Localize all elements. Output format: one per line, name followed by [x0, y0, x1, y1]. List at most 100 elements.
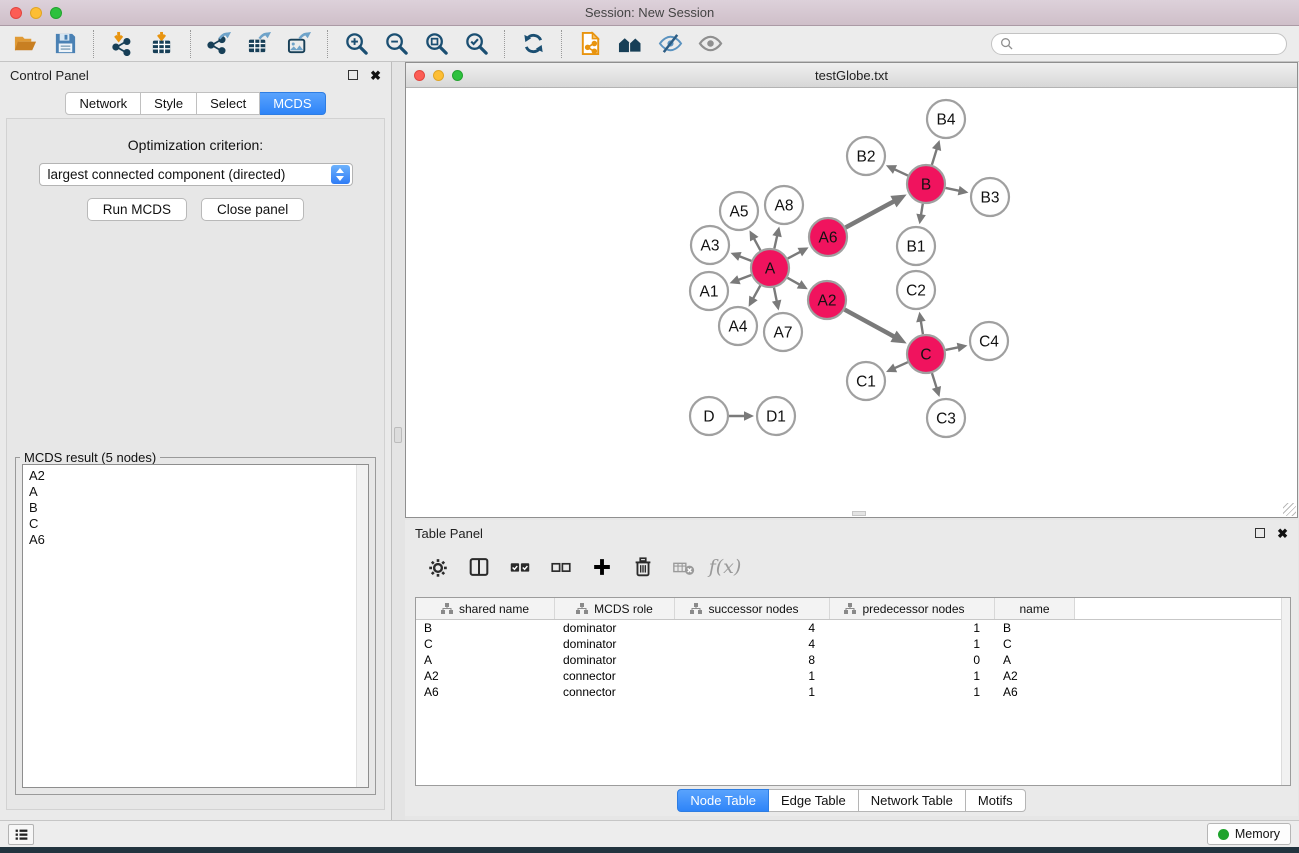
column-header-successor-nodes[interactable]: successor nodes	[675, 598, 830, 619]
export-image-button[interactable]	[282, 29, 316, 59]
graph-edge-B-B3[interactable]	[946, 188, 961, 191]
cell-name[interactable]: C	[995, 637, 1075, 651]
tab-select[interactable]: Select	[197, 92, 260, 115]
zoom-in-button[interactable]	[339, 29, 373, 59]
close-panel-icon[interactable]: ✖	[370, 69, 381, 82]
list-item[interactable]: A	[29, 484, 362, 500]
network-canvas[interactable]: B4B2BB3A8A5A6A3B1AC2A1A2A4A7C4CC1C3DD1	[406, 88, 1297, 517]
zoom-out-button[interactable]	[379, 29, 413, 59]
refresh-layout-button[interactable]	[516, 29, 550, 59]
mcds-result-list[interactable]: A2 A B C A6	[22, 464, 369, 788]
graph-edge-A-A7[interactable]	[774, 288, 777, 303]
cell-shared-name[interactable]: A6	[416, 685, 555, 699]
hide-eye-button[interactable]	[653, 29, 687, 59]
cell-shared-name[interactable]: B	[416, 621, 555, 635]
import-table-button[interactable]	[145, 29, 179, 59]
graph-edge-A-A2[interactable]	[787, 278, 800, 286]
tab-mcds[interactable]: MCDS	[260, 92, 325, 115]
cell-successor-nodes[interactable]: 1	[675, 669, 830, 683]
table-row[interactable]: A6 connector 1 1 A6	[416, 684, 1290, 700]
run-mcds-button[interactable]: Run MCDS	[87, 198, 187, 221]
graph-edge-A-A1[interactable]	[737, 275, 751, 280]
divider-grip-icon[interactable]	[394, 427, 402, 443]
cell-name[interactable]: A	[995, 653, 1075, 667]
graph-edge-A-A6[interactable]	[788, 251, 802, 258]
close-panel-button[interactable]: Close panel	[201, 198, 304, 221]
cell-successor-nodes[interactable]: 8	[675, 653, 830, 667]
create-column-button[interactable]	[589, 554, 615, 580]
search-input[interactable]	[1018, 37, 1278, 51]
graph-edge-A-A5[interactable]	[753, 237, 760, 250]
list-item[interactable]: A2	[29, 468, 362, 484]
tab-network-table[interactable]: Network Table	[859, 789, 966, 812]
table-row[interactable]: A2 connector 1 1 A2	[416, 668, 1290, 684]
table-settings-button[interactable]	[425, 554, 451, 580]
houses-button[interactable]	[613, 29, 647, 59]
export-network-button[interactable]	[202, 29, 236, 59]
import-network-button[interactable]	[105, 29, 139, 59]
network-file-button[interactable]	[573, 29, 607, 59]
save-session-button[interactable]	[48, 29, 82, 59]
list-scrollbar[interactable]	[356, 465, 368, 787]
graph-edge-A2-C[interactable]	[845, 310, 896, 338]
graph-edge-C-C2[interactable]	[921, 320, 923, 335]
cell-successor-nodes[interactable]: 4	[675, 637, 830, 651]
list-item[interactable]: C	[29, 516, 362, 532]
cell-mcds-role[interactable]: dominator	[555, 621, 675, 635]
open-session-button[interactable]	[8, 29, 42, 59]
float-panel-icon[interactable]	[348, 70, 358, 80]
cell-predecessor-nodes[interactable]: 0	[830, 653, 995, 667]
zoom-selected-button[interactable]	[459, 29, 493, 59]
cell-name[interactable]: A2	[995, 669, 1075, 683]
show-column-panel-button[interactable]	[466, 554, 492, 580]
cell-mcds-role[interactable]: connector	[555, 669, 675, 683]
cell-shared-name[interactable]: A	[416, 653, 555, 667]
graph-edge-B-B2[interactable]	[893, 169, 908, 176]
panel-divider[interactable]	[392, 62, 405, 820]
close-table-panel-icon[interactable]: ✖	[1277, 527, 1288, 540]
cell-mcds-role[interactable]: dominator	[555, 653, 675, 667]
graph-edge-C-C1[interactable]	[893, 362, 907, 368]
tab-motifs[interactable]: Motifs	[966, 789, 1026, 812]
graph-edge-A-A3[interactable]	[738, 256, 751, 261]
graph-edge-C-C4[interactable]	[946, 347, 960, 350]
search-box[interactable]	[991, 33, 1287, 55]
tab-node-table[interactable]: Node Table	[677, 789, 769, 812]
column-header-shared-name[interactable]: shared name	[416, 598, 555, 619]
select-all-columns-button[interactable]	[507, 554, 533, 580]
cell-shared-name[interactable]: A2	[416, 669, 555, 683]
cell-mcds-role[interactable]: connector	[555, 685, 675, 699]
table-row[interactable]: C dominator 4 1 C	[416, 636, 1290, 652]
graph-edge-B-B4[interactable]	[932, 148, 937, 165]
zoom-fit-button[interactable]	[419, 29, 453, 59]
graph-edge-A6-B[interactable]	[846, 201, 896, 228]
network-graph[interactable]: B4B2BB3A8A5A6A3B1AC2A1A2A4A7C4CC1C3DD1	[406, 88, 1297, 516]
cell-predecessor-nodes[interactable]: 1	[830, 685, 995, 699]
cell-predecessor-nodes[interactable]: 1	[830, 669, 995, 683]
cell-name[interactable]: B	[995, 621, 1075, 635]
tab-style[interactable]: Style	[141, 92, 197, 115]
window-resize-grip-icon[interactable]	[1283, 503, 1296, 516]
tab-network[interactable]: Network	[65, 92, 141, 115]
table-scrollbar[interactable]	[1281, 598, 1290, 785]
cell-predecessor-nodes[interactable]: 1	[830, 621, 995, 635]
delete-columns-button[interactable]	[630, 554, 656, 580]
cell-successor-nodes[interactable]: 4	[675, 621, 830, 635]
unselect-all-columns-button[interactable]	[548, 554, 574, 580]
graph-edge-A-A4[interactable]	[752, 286, 760, 300]
cell-name[interactable]: A6	[995, 685, 1075, 699]
graph-edge-C-C3[interactable]	[932, 373, 937, 389]
list-item[interactable]: A6	[29, 532, 362, 548]
optimization-criterion-select[interactable]: largest connected component (directed)	[39, 163, 353, 186]
column-header-mcds-role[interactable]: MCDS role	[555, 598, 675, 619]
show-eye-button[interactable]	[693, 29, 727, 59]
float-table-panel-icon[interactable]	[1255, 528, 1265, 538]
export-table-button[interactable]	[242, 29, 276, 59]
cell-shared-name[interactable]: C	[416, 637, 555, 651]
cell-mcds-role[interactable]: dominator	[555, 637, 675, 651]
tab-edge-table[interactable]: Edge Table	[769, 789, 859, 812]
cell-successor-nodes[interactable]: 1	[675, 685, 830, 699]
table-row[interactable]: A dominator 8 0 A	[416, 652, 1290, 668]
canvas-bottom-grip[interactable]	[852, 511, 866, 516]
column-header-predecessor-nodes[interactable]: predecessor nodes	[830, 598, 995, 619]
